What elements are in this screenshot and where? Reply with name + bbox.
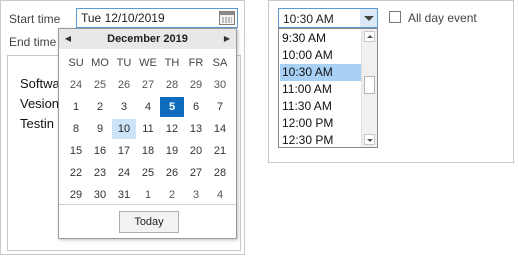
- time-select[interactable]: 10:30 AM: [278, 8, 378, 28]
- calendar-footer: Today: [59, 204, 236, 238]
- calendar-day[interactable]: 12: [160, 119, 184, 139]
- calendar-day[interactable]: 31: [112, 185, 136, 205]
- calendar-day[interactable]: 30: [208, 75, 232, 95]
- calendar-month-title: December 2019: [107, 33, 188, 45]
- calendar-day[interactable]: 9: [88, 119, 112, 139]
- calendar-day[interactable]: 26: [160, 163, 184, 183]
- time-option[interactable]: 12:00 PM: [280, 115, 362, 132]
- calendar-grid: SU MO TU WE TH FR SA 24 25 26 27 28 29 30 1 2 3 4 5 6 7 8 9 10 1…: [64, 53, 232, 207]
- all-day-checkbox[interactable]: [389, 11, 401, 23]
- calendar-day[interactable]: 28: [160, 75, 184, 95]
- weekday-header-row: SU MO TU WE TH FR SA: [64, 53, 232, 75]
- weekday-label: MO: [91, 57, 109, 69]
- start-time-label: Start time: [9, 12, 61, 26]
- time-option[interactable]: 9:30 AM: [280, 30, 362, 47]
- start-date-value: Tue 12/10/2019: [81, 11, 165, 25]
- time-option[interactable]: 11:00 AM: [280, 81, 362, 98]
- weekday-label: TH: [164, 57, 180, 69]
- calendar-icon[interactable]: [219, 11, 235, 25]
- calendar-day[interactable]: 1: [136, 185, 160, 205]
- chevron-down-icon[interactable]: [360, 9, 377, 27]
- calendar-day[interactable]: 21: [208, 141, 232, 161]
- calendar-day[interactable]: 2: [160, 185, 184, 205]
- calendar-day[interactable]: 24: [64, 75, 88, 95]
- calendar-week-row: 15 16 17 18 19 20 21: [64, 141, 232, 163]
- next-month-icon[interactable]: ▶: [220, 32, 234, 46]
- appointment-right-panel: 10:30 AM All day event 9:30 AM 10:00 AM 10…: [268, 0, 514, 163]
- all-day-label: All day event: [408, 11, 477, 25]
- calendar-day[interactable]: 30: [88, 185, 112, 205]
- time-option[interactable]: 11:30 AM: [280, 98, 362, 115]
- calendar-day[interactable]: 25: [88, 75, 112, 95]
- calendar-day[interactable]: 26: [112, 75, 136, 95]
- calendar-day[interactable]: 28: [208, 163, 232, 183]
- calendar-day[interactable]: 15: [64, 141, 88, 161]
- body-line-3: Testin: [20, 116, 54, 131]
- calendar-day[interactable]: 20: [184, 141, 208, 161]
- appointment-left-panel: Start time Tue 12/10/2019 End time Softw…: [0, 0, 245, 255]
- calendar-day[interactable]: 11: [136, 119, 160, 139]
- calendar-day[interactable]: 29: [184, 75, 208, 95]
- calendar-day[interactable]: 3: [112, 97, 136, 117]
- time-list-scrollbar[interactable]: [361, 29, 377, 147]
- calendar-day[interactable]: 23: [88, 163, 112, 183]
- calendar-day[interactable]: 4: [136, 97, 160, 117]
- time-option[interactable]: 10:30 AM: [280, 64, 362, 81]
- calendar-header: ◀ December 2019 ▶: [59, 29, 236, 49]
- calendar-day[interactable]: 27: [184, 163, 208, 183]
- calendar-day[interactable]: 2: [88, 97, 112, 117]
- body-line-1: Softwa: [20, 76, 60, 91]
- calendar-week-row: 8 9 10 11 12 13 14: [64, 119, 232, 141]
- calendar-day[interactable]: 4: [208, 185, 232, 205]
- scrollbar-thumb[interactable]: [364, 76, 375, 94]
- weekday-label: SA: [212, 57, 228, 69]
- calendar-day[interactable]: 19: [160, 141, 184, 161]
- start-date-input[interactable]: Tue 12/10/2019: [76, 8, 238, 28]
- today-button[interactable]: Today: [119, 211, 179, 233]
- calendar-day[interactable]: 18: [136, 141, 160, 161]
- calendar-day[interactable]: 10: [112, 119, 136, 139]
- time-option[interactable]: 12:30 PM: [280, 132, 362, 149]
- calendar-day[interactable]: 3: [184, 185, 208, 205]
- calendar-day[interactable]: 14: [208, 119, 232, 139]
- time-dropdown-list: 9:30 AM 10:00 AM 10:30 AM 11:00 AM 11:30 AM 1…: [278, 28, 378, 148]
- calendar-week-row: 24 25 26 27 28 29 30: [64, 75, 232, 97]
- calendar-day[interactable]: 25: [136, 163, 160, 183]
- calendar-week-row: 1234567: [64, 97, 232, 119]
- calendar-day[interactable]: 29: [64, 185, 88, 205]
- weekday-label: TU: [116, 57, 132, 69]
- end-time-label: End time: [9, 35, 57, 49]
- calendar-day[interactable]: 7: [208, 97, 232, 117]
- calendar-day[interactable]: 16: [88, 141, 112, 161]
- calendar-day[interactable]: 5: [160, 97, 184, 117]
- time-option[interactable]: 10:00 AM: [280, 47, 362, 64]
- calendar-day[interactable]: 8: [64, 119, 88, 139]
- time-select-value: 10:30 AM: [283, 12, 334, 26]
- weekday-label: FR: [188, 57, 204, 69]
- weekday-label: SU: [68, 57, 84, 69]
- calendar-day[interactable]: 27: [136, 75, 160, 95]
- body-line-2: Vesion: [20, 96, 60, 111]
- calendar-day[interactable]: 24: [112, 163, 136, 183]
- calendar-day[interactable]: 13: [184, 119, 208, 139]
- calendar-day[interactable]: 17: [112, 141, 136, 161]
- scroll-down-icon[interactable]: [364, 134, 375, 145]
- scroll-up-icon[interactable]: [364, 31, 375, 42]
- calendar-day[interactable]: 6: [184, 97, 208, 117]
- date-picker-popup: ◀ December 2019 ▶ SU MO TU WE TH FR SA 24 25 26 27…: [58, 28, 237, 239]
- calendar-week-row: 22 23 24 25 26 27 28: [64, 163, 232, 185]
- calendar-day[interactable]: 1: [64, 97, 88, 117]
- weekday-label: WE: [139, 57, 157, 69]
- calendar-day[interactable]: 22: [64, 163, 88, 183]
